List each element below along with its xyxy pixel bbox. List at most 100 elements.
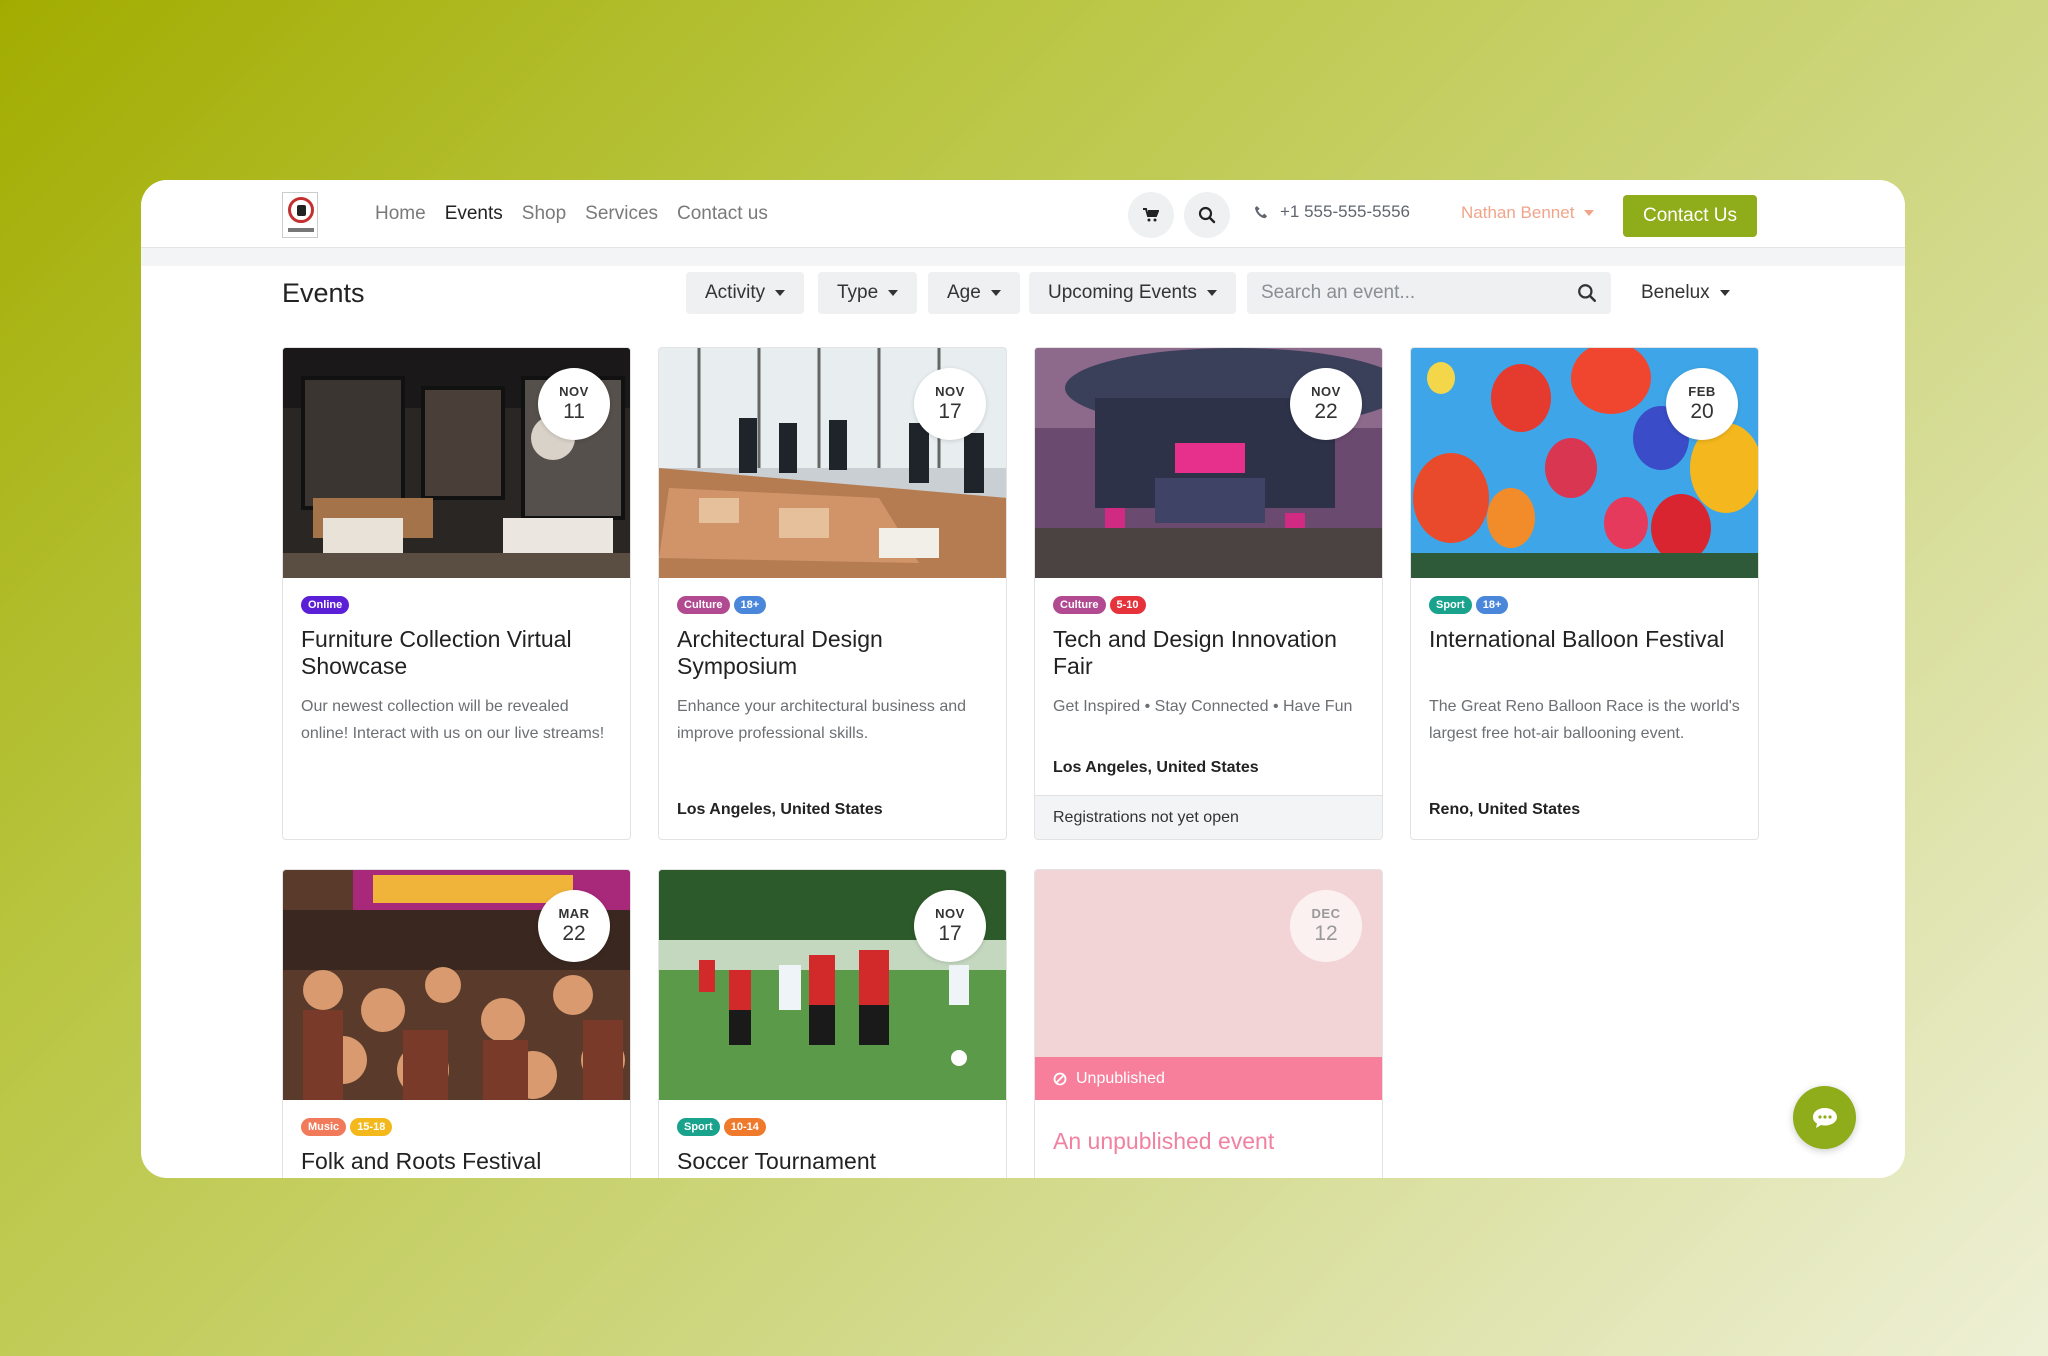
tag-badge: 5-10 [1109,596,1146,614]
event-title[interactable]: Architectural Design Symposium [677,626,992,680]
filter-age-label: Age [947,282,981,303]
date-day: 11 [563,400,585,423]
tag-list: Music 15-18 [301,1118,396,1136]
event-title[interactable]: Folk and Roots Festival [301,1148,616,1175]
search-icon[interactable] [1577,283,1597,303]
navbar: Home Events Shop Services Contact us +1 … [141,180,1905,248]
event-card[interactable]: FEB 20 Sport 18+ International Balloon F… [1410,347,1759,840]
event-image: MAR 22 [283,870,630,1100]
event-image-placeholder: DEC 12 Unpublished [1035,870,1382,1100]
date-day: 22 [1314,400,1338,423]
subbar [141,248,1905,266]
date-badge: NOV 22 [1290,368,1362,440]
event-card[interactable]: DEC 12 Unpublished An unpublished event [1034,869,1383,1178]
date-day: 17 [938,400,962,423]
tag-badge: Sport [1429,596,1472,614]
logo[interactable] [282,192,318,238]
chevron-down-icon [990,290,1001,296]
date-month: FEB [1688,384,1716,399]
tag-list: Online [301,596,353,614]
user-menu[interactable]: Nathan Bennet [1461,203,1595,223]
filter-type[interactable]: Type [818,272,918,314]
chevron-down-icon [775,290,786,296]
date-month: NOV [1311,384,1341,399]
region-label: Benelux [1641,282,1710,303]
date-day: 22 [562,922,586,945]
filter-type-label: Type [837,282,879,303]
chat-button[interactable] [1793,1086,1856,1149]
chevron-down-icon [888,290,899,296]
contact-us-button[interactable]: Contact Us [1623,195,1757,237]
date-badge: NOV 11 [538,368,610,440]
region-select[interactable]: Benelux [1641,272,1730,314]
tag-badge: Sport [677,1118,720,1136]
phone-number[interactable]: +1 555-555-5556 [1254,202,1410,222]
date-day: 12 [1314,922,1338,945]
nav-link-shop[interactable]: Shop [522,203,566,225]
tag-badge: Online [301,596,350,614]
event-card[interactable]: MAR 22 Music 15-18 Folk and Roots Festiv… [282,869,631,1178]
event-title[interactable]: An unpublished event [1053,1128,1274,1155]
event-image: FEB 20 [1411,348,1758,578]
event-location: Los Angeles, United States [677,801,883,818]
tag-list: Sport 18+ [1429,596,1512,614]
date-month: DEC [1311,906,1341,921]
event-location: Reno, United States [1429,801,1581,818]
registration-status: Registrations not yet open [1035,795,1382,839]
tag-badge: Culture [677,596,730,614]
tag-list: Culture 5-10 [1053,596,1150,614]
date-month: NOV [935,906,965,921]
event-location: Los Angeles, United States [1053,759,1259,776]
event-card[interactable]: NOV 11 Online Furniture Collection Virtu… [282,347,631,840]
nav-link-events[interactable]: Events [445,203,503,225]
search-button[interactable] [1184,192,1230,238]
filter-activity-label: Activity [705,282,766,303]
date-badge: DEC 12 [1290,890,1362,962]
event-card[interactable]: NOV 22 Culture 5-10 Tech and Design Inno… [1034,347,1383,840]
filter-activity[interactable]: Activity [686,272,805,314]
event-title[interactable]: Furniture Collection Virtual Showcase [301,626,616,680]
chat-icon [1812,1107,1837,1128]
tag-badge: 18+ [1475,596,1509,614]
browser-window: Home Events Shop Services Contact us +1 … [141,180,1905,1178]
event-card[interactable]: NOV 17 Culture 18+ Architectural Design … [658,347,1007,840]
tag-badge: 18+ [733,596,767,614]
search-input[interactable] [1261,282,1577,304]
event-search [1247,272,1611,314]
date-day: 17 [938,922,962,945]
page-title: Events [282,278,365,308]
event-description: Enhance your architectural business and … [677,698,967,742]
nav-link-contact[interactable]: Contact us [677,203,768,225]
date-month: NOV [559,384,589,399]
date-month: MAR [558,906,590,921]
chevron-down-icon [1584,210,1595,216]
cart-icon [1143,208,1159,222]
tag-list: Culture 18+ [677,596,770,614]
event-image: NOV 17 [659,348,1006,578]
date-badge: NOV 17 [914,890,986,962]
event-image: NOV 22 [1035,348,1382,578]
tag-badge: 15-18 [350,1118,393,1136]
nav-link-services[interactable]: Services [585,203,658,225]
date-badge: FEB 20 [1666,368,1738,440]
chevron-down-icon [1206,290,1217,296]
date-month: NOV [935,384,965,399]
chevron-down-icon [1719,290,1730,296]
tag-badge: Culture [1053,596,1106,614]
event-title[interactable]: Soccer Tournament [677,1148,992,1175]
filter-upcoming[interactable]: Upcoming Events [1029,272,1236,314]
filter-age[interactable]: Age [928,272,1020,314]
date-badge: NOV 17 [914,368,986,440]
tag-badge: 10-14 [723,1118,766,1136]
tag-list: Sport 10-14 [677,1118,770,1136]
event-description: Get Inspired • Stay Connected • Have Fun [1053,698,1353,715]
user-name: Nathan Bennet [1461,203,1575,222]
date-day: 20 [1690,400,1714,423]
event-title[interactable]: International Balloon Festival [1429,626,1744,653]
cart-button[interactable] [1128,192,1174,238]
phone-icon [1254,205,1268,218]
event-title[interactable]: Tech and Design Innovation Fair [1053,626,1368,680]
nav-link-home[interactable]: Home [375,203,426,225]
event-card[interactable]: NOV 17 Sport 10-14 Soccer Tournament [658,869,1007,1178]
event-description: Our newest collection will be revealed o… [301,698,605,742]
